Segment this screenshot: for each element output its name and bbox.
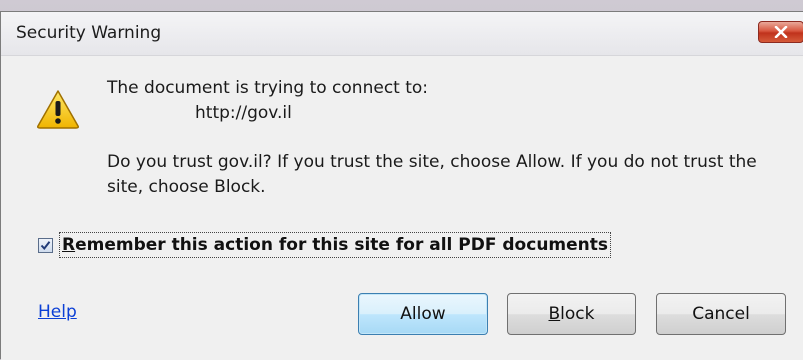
remember-action-option[interactable]: Remember this action for this site for a… xyxy=(38,232,612,258)
close-button[interactable] xyxy=(758,21,803,43)
remember-label-accesskey: R xyxy=(62,235,76,255)
block-accesskey: B xyxy=(548,304,561,324)
block-button[interactable]: Block xyxy=(507,293,636,335)
dialog-content: The document is trying to connect to: ht… xyxy=(1,56,803,360)
block-label-rest: lock xyxy=(560,304,595,324)
checkmark-icon xyxy=(40,240,51,250)
warning-triangle-icon xyxy=(37,90,79,129)
allow-button[interactable]: Allow xyxy=(358,293,488,335)
title-bar[interactable]: Security Warning xyxy=(1,12,803,56)
target-url: http://gov.il xyxy=(195,103,292,123)
trust-question-line1: Do you trust gov.il? If you trust the si… xyxy=(107,152,757,172)
security-warning-dialog: Security Warning The document is trying … xyxy=(0,11,803,360)
cancel-button[interactable]: Cancel xyxy=(656,293,786,335)
remember-checkbox[interactable] xyxy=(38,237,53,253)
message-connect-text: The document is trying to connect to: xyxy=(107,78,429,98)
close-x-icon xyxy=(774,26,788,38)
trust-question-line2: site, choose Block. xyxy=(107,177,266,197)
help-link[interactable]: Help xyxy=(38,302,77,322)
remember-label: Remember this action for this site for a… xyxy=(59,232,612,258)
dialog-title: Security Warning xyxy=(16,23,162,43)
remember-label-rest: emember this action for this site for al… xyxy=(75,235,609,255)
